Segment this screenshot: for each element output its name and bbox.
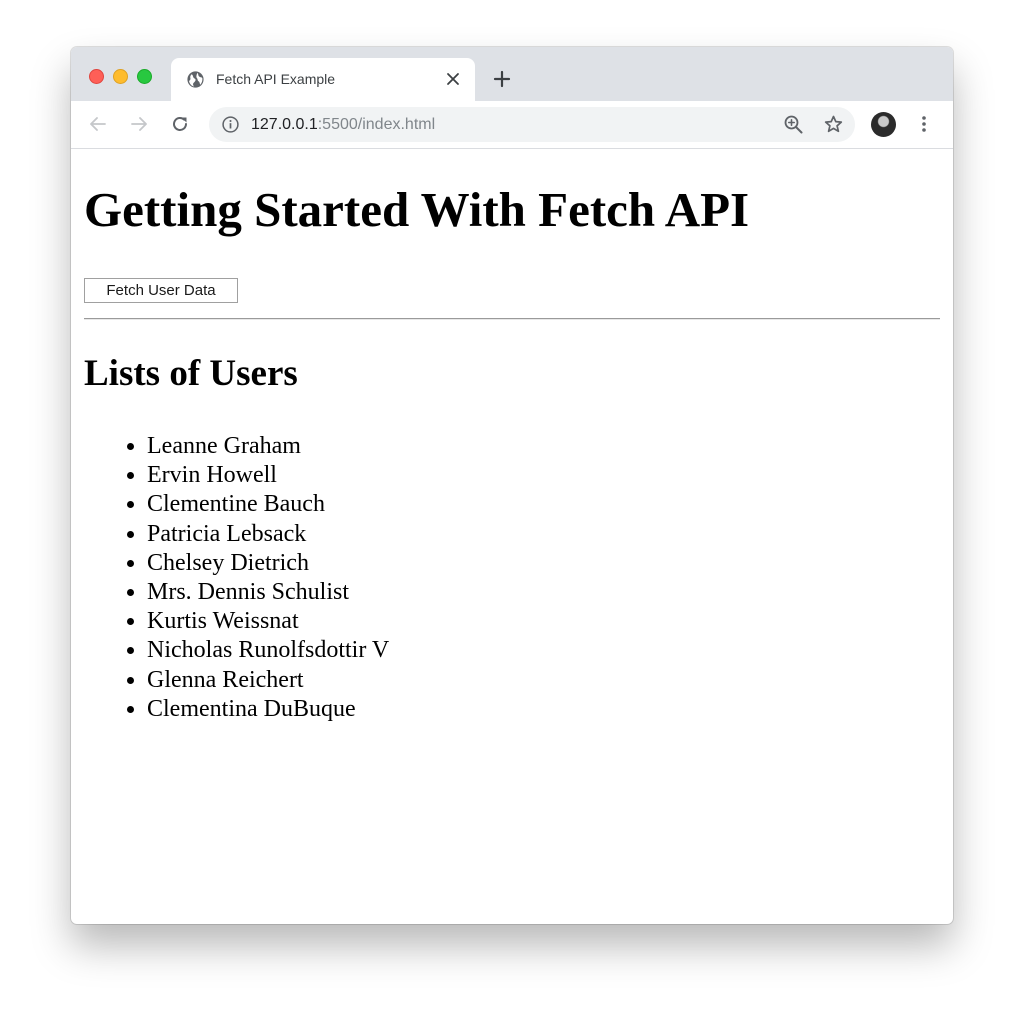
more-vert-icon[interactable] xyxy=(913,113,935,135)
url-host: 127.0.0.1 xyxy=(251,116,318,133)
info-icon[interactable] xyxy=(221,115,240,134)
list-item: Mrs. Dennis Schulist xyxy=(147,578,389,607)
list-item: Leanne Graham xyxy=(147,432,389,461)
close-window-button[interactable] xyxy=(89,69,104,84)
avatar[interactable] xyxy=(871,112,896,137)
page-title: Getting Started With Fetch API xyxy=(84,182,750,237)
user-list: Leanne Graham Ervin Howell Clementine Ba… xyxy=(84,432,389,724)
list-item: Glenna Reichert xyxy=(147,666,389,695)
list-item: Nicholas Runolfsdottir V xyxy=(147,636,389,665)
page-content: Getting Started With Fetch API Fetch Use… xyxy=(71,149,953,924)
reload-icon[interactable] xyxy=(169,113,191,135)
forward-arrow-icon[interactable] xyxy=(128,113,150,135)
zoom-icon[interactable] xyxy=(783,114,804,135)
browser-window: Fetch API Example 127.0.0.1:5500/index.h… xyxy=(71,47,953,924)
list-item: Clementina DuBuque xyxy=(147,695,389,724)
plus-icon[interactable] xyxy=(491,68,513,90)
list-item: Ervin Howell xyxy=(147,461,389,490)
tab-strip: Fetch API Example xyxy=(71,47,953,101)
list-item: Chelsey Dietrich xyxy=(147,549,389,578)
star-icon[interactable] xyxy=(823,114,844,135)
tab-title: Fetch API Example xyxy=(216,71,336,87)
url-path: :5500/index.html xyxy=(317,116,436,133)
address-bar[interactable]: 127.0.0.1:5500/index.html xyxy=(209,107,855,142)
list-item: Clementine Bauch xyxy=(147,490,389,519)
divider xyxy=(84,318,940,320)
close-icon[interactable] xyxy=(443,69,463,89)
tab-fetch-api-example[interactable]: Fetch API Example xyxy=(171,58,475,101)
list-heading: Lists of Users xyxy=(84,353,298,394)
fetch-user-data-button[interactable]: Fetch User Data xyxy=(84,278,238,303)
list-item: Kurtis Weissnat xyxy=(147,607,389,636)
globe-icon xyxy=(187,71,204,88)
back-arrow-icon[interactable] xyxy=(87,113,109,135)
url-text[interactable]: 127.0.0.1:5500/index.html xyxy=(251,115,435,134)
zoom-window-button[interactable] xyxy=(137,69,152,84)
list-item: Patricia Lebsack xyxy=(147,520,389,549)
browser-toolbar: 127.0.0.1:5500/index.html xyxy=(71,101,953,149)
minimize-window-button[interactable] xyxy=(113,69,128,84)
